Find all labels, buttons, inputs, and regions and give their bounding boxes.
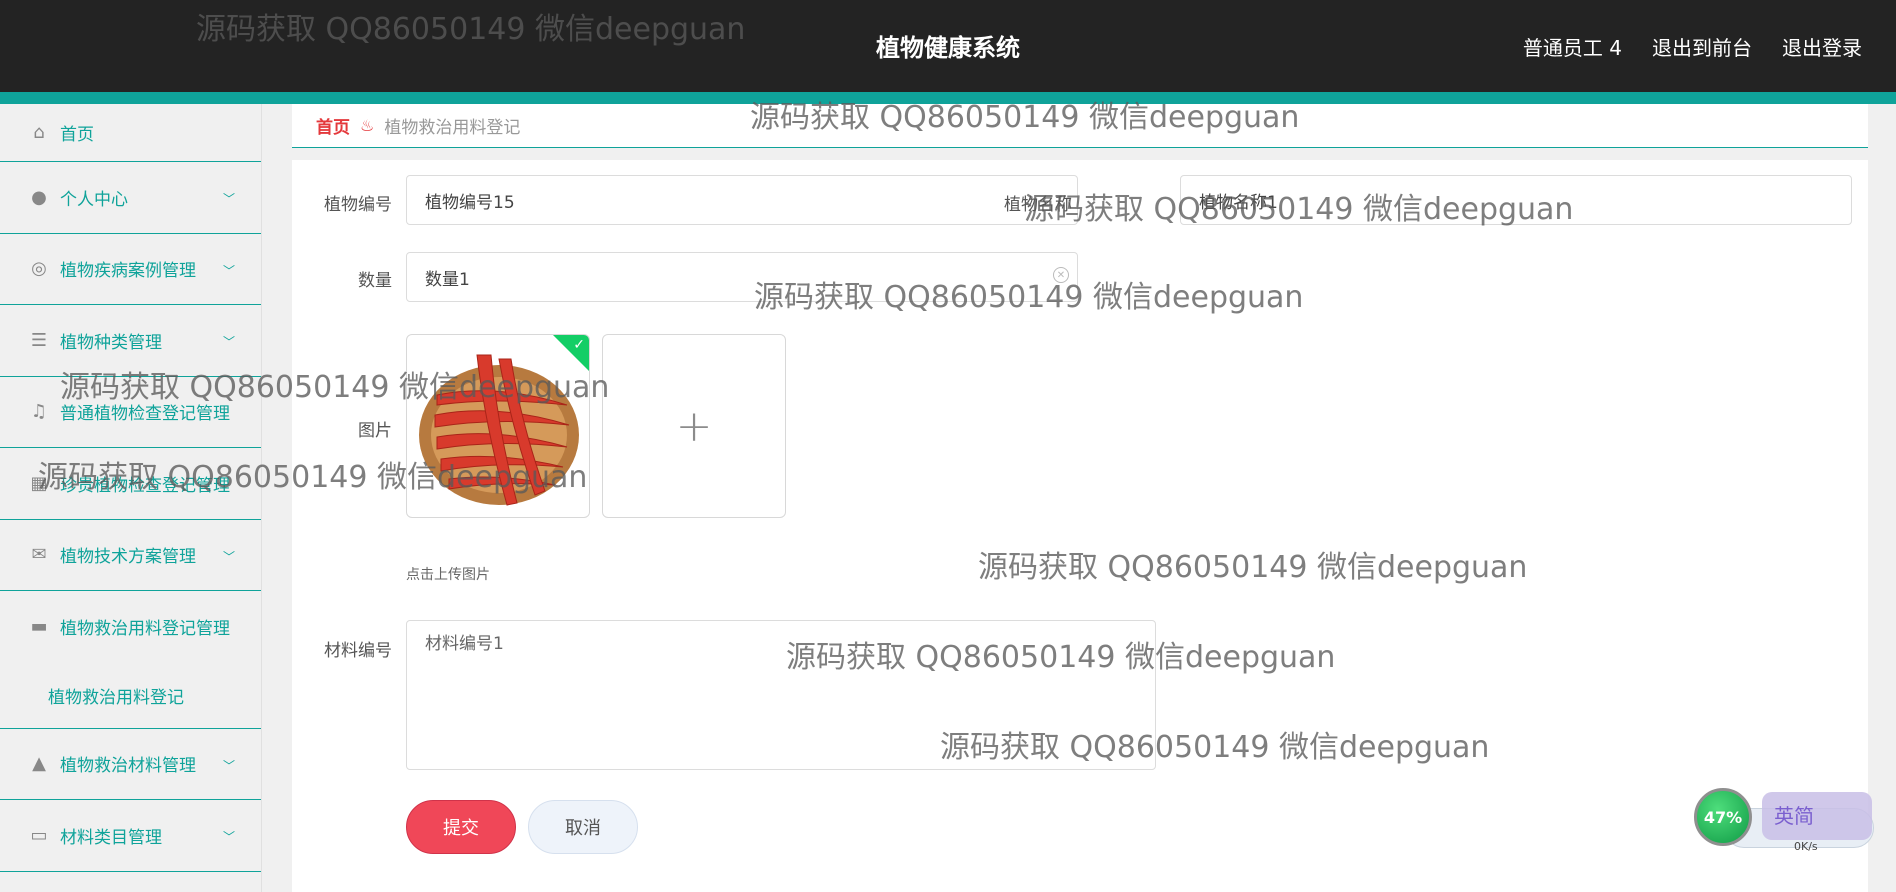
- flame-icon: ♨: [360, 116, 375, 135]
- sidebar-item-home[interactable]: ⌂ 首页: [0, 104, 261, 162]
- sidebar-item-material-categories[interactable]: ▭ 材料类目管理 ﹀: [0, 800, 261, 872]
- chevron-down-icon: ﹀: [222, 758, 235, 773]
- sidebar-item-material-register[interactable]: ▬ 植物救治用料登记管理: [0, 591, 261, 663]
- bell-icon: ♫: [30, 401, 48, 423]
- current-user[interactable]: 普通员工 4: [1523, 32, 1622, 61]
- breadcrumb: 首页 ♨ 植物救治用料登记: [292, 104, 1868, 148]
- mail-icon: ✉: [31, 544, 47, 566]
- sidebar-item-rare-check[interactable]: ▦ 珍贵植物检查登记管理: [0, 448, 261, 520]
- lifebuoy-icon: ◎: [31, 258, 47, 280]
- image-label: 图片: [358, 421, 392, 441]
- sidebar-item-plant-types[interactable]: ☰ 植物种类管理 ﹀: [0, 305, 261, 377]
- chevron-down-icon: ﹀: [222, 830, 235, 844]
- qty-label: 数量: [358, 271, 392, 291]
- sidebar-item-normal-check[interactable]: ♫ 普通植物检查登记管理: [0, 377, 261, 448]
- grid-icon: ▦: [30, 472, 48, 494]
- card-icon: ▭: [30, 824, 48, 846]
- sidebar-item-label: 首页: [60, 125, 94, 145]
- sidebar-item-label: 植物救治用料登记管理: [60, 619, 230, 640]
- breadcrumb-home[interactable]: 首页: [316, 113, 350, 138]
- speed-readout: 0K/s: [1794, 840, 1818, 853]
- sidebar-item-label: 植物技术方案管理: [60, 547, 196, 568]
- check-icon: ✓: [573, 337, 585, 353]
- tray-icon: ▬: [30, 616, 48, 638]
- sidebar-item-tech-plans[interactable]: ✉ 植物技术方案管理 ﹀: [0, 520, 261, 591]
- material-no-label: 材料编号: [324, 641, 392, 661]
- network-speed-widget[interactable]: 英简 47% 0K/s: [1694, 778, 1876, 866]
- chevron-down-icon: ﹀: [222, 192, 235, 206]
- upload-hint: 点击上传图片: [406, 567, 490, 583]
- sidebar-item-label: 个人中心: [60, 189, 128, 210]
- user-icon: ●: [31, 186, 47, 208]
- sidebar-item-profile[interactable]: ● 个人中心 ﹀: [0, 162, 261, 234]
- qty-input[interactable]: 数量1 ✕: [406, 252, 1078, 302]
- material-no-textarea[interactable]: 材料编号1: [406, 620, 1156, 770]
- cancel-button[interactable]: 取消: [528, 800, 638, 854]
- sidebar-item-label: 植物种类管理: [60, 332, 162, 353]
- sidebar-item-materials[interactable]: ▲ 植物救治材料管理 ﹀: [0, 729, 261, 800]
- sidebar-subitem-material-register[interactable]: 植物救治用料登记: [0, 663, 261, 729]
- chevron-down-icon: ﹀: [222, 335, 235, 349]
- breadcrumb-current: 植物救治用料登记: [384, 118, 521, 138]
- plant-no-label: 植物编号: [324, 195, 392, 215]
- sidebar-item-label: 植物救治材料管理: [60, 756, 196, 777]
- top-bar: 植物健康系统 普通员工 4 退出到前台 退出登录: [0, 0, 1896, 92]
- plant-name-input[interactable]: 植物名称1: [1180, 175, 1852, 225]
- home-icon: ⌂: [33, 122, 45, 143]
- top-right-menu: 普通员工 4 退出到前台 退出登录: [1523, 32, 1862, 61]
- uploaded-image-thumbnail[interactable]: ✓: [406, 334, 590, 518]
- sidebar-item-disease-cases[interactable]: ◎ 植物疾病案例管理 ﹀: [0, 234, 261, 305]
- usage-ball: 47%: [1694, 788, 1752, 846]
- chevron-down-icon: ﹀: [222, 549, 235, 564]
- chart-icon: ▲: [32, 753, 46, 775]
- sidebar-item-label: 植物疾病案例管理: [60, 261, 196, 282]
- to-front-link[interactable]: 退出到前台: [1652, 32, 1752, 61]
- sidebar-item-label: 材料类目管理: [60, 827, 162, 848]
- plus-icon: +: [675, 400, 713, 452]
- sidebar: ⌂ 首页 ● 个人中心 ﹀ ◎ 植物疾病案例管理 ﹀ ☰ 植物种类管理 ﹀ ♫ …: [0, 104, 262, 892]
- logout-link[interactable]: 退出登录: [1782, 32, 1862, 61]
- plant-name-label: 植物名称: [1004, 195, 1072, 215]
- submit-button[interactable]: 提交: [406, 800, 516, 854]
- qty-value: 数量1: [425, 269, 470, 290]
- chevron-down-icon: ﹀: [222, 263, 235, 278]
- sidebar-item-label: 珍贵植物检查登记管理: [60, 475, 230, 496]
- form-panel: 植物编号 植物编号15 植物名称 植物名称1 数量 数量1 ✕ 图片 ✓ + 点…: [292, 160, 1868, 892]
- header-accent-bar: [0, 92, 1896, 104]
- ime-indicator[interactable]: 英简: [1762, 792, 1872, 840]
- clear-icon[interactable]: ✕: [1053, 267, 1069, 283]
- list-icon: ☰: [30, 329, 48, 351]
- sidebar-item-label: 普通植物检查登记管理: [60, 404, 230, 425]
- upload-add-button[interactable]: +: [602, 334, 786, 518]
- main-content: 首页 ♨ 植物救治用料登记 植物编号 植物编号15 植物名称 植物名称1 数量 …: [292, 104, 1868, 892]
